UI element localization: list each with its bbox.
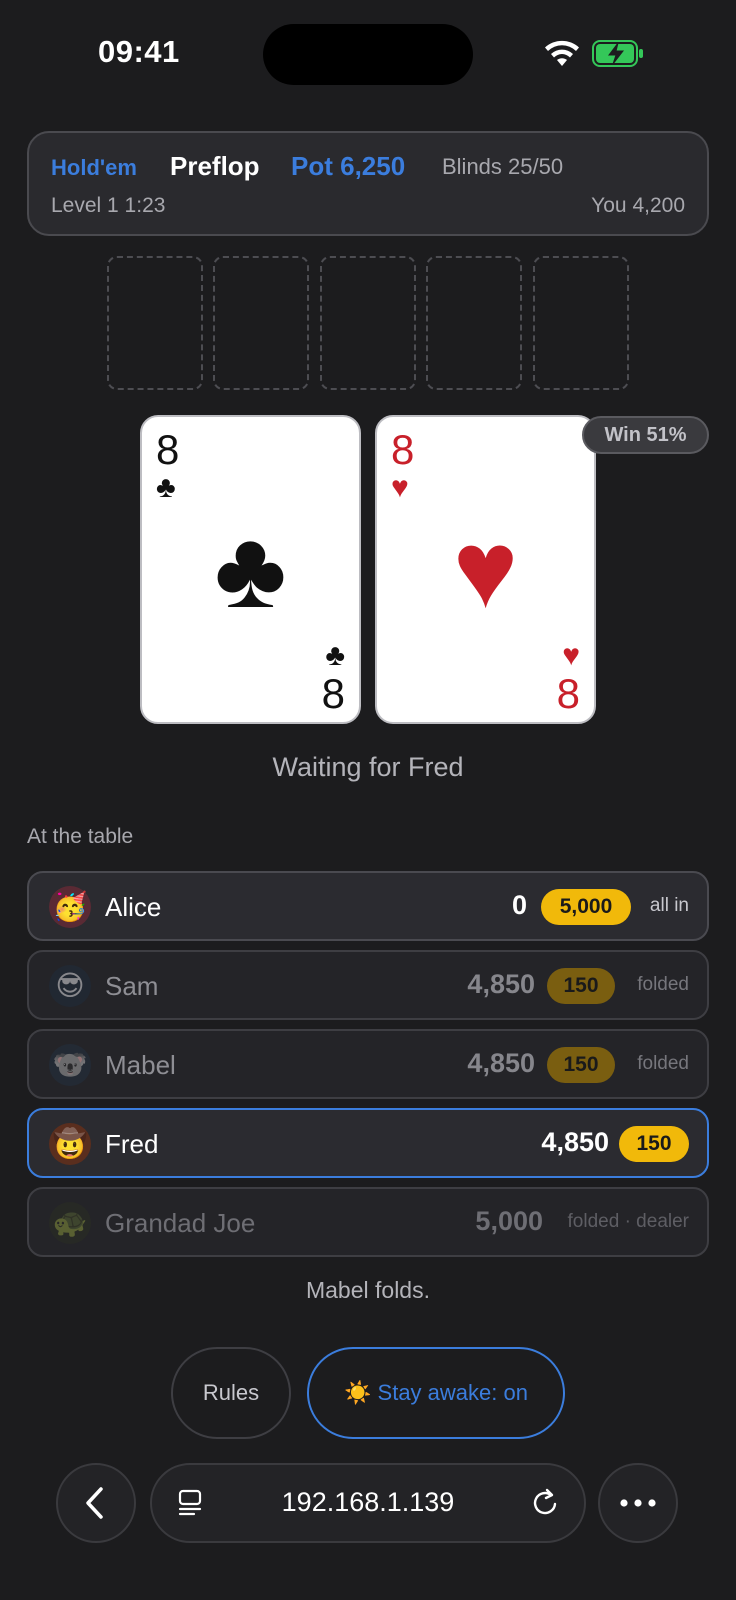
player-name: Sam: [105, 971, 159, 1001]
partying-face-icon: 🥳: [49, 886, 91, 928]
player-stack: 4,850: [467, 1048, 535, 1078]
url-text: 192.168.1.139: [281, 1487, 455, 1517]
bet-chip: 5,000: [541, 889, 631, 925]
player-status: folded · dealer: [567, 1211, 689, 1232]
blinds-label: Blinds 25/50: [442, 154, 564, 179]
last-action-text: Mabel folds.: [305, 1277, 430, 1303]
win-probability-badge: Win 51%: [582, 416, 709, 454]
level-timer: Level 1 1:23: [51, 194, 166, 217]
heart-suit-icon: ♥: [562, 639, 580, 672]
hole-card-1[interactable]: 8 ♣ ♣ ♣ 8: [140, 415, 361, 724]
more-dots-icon: [620, 1499, 656, 1507]
wifi-icon: [545, 40, 579, 66]
club-suit-icon: ♣: [325, 639, 345, 672]
player-stack: 5,000: [475, 1206, 543, 1236]
player-row-alice[interactable]: 🥳 Alice 0 5,000 all in: [27, 871, 709, 941]
chevron-left-icon: [86, 1487, 103, 1519]
stay-awake-toggle[interactable]: ☀️ Stay awake: on: [307, 1347, 565, 1439]
browser-more-button[interactable]: [598, 1463, 678, 1543]
player-stack: 4,850: [467, 969, 535, 999]
bet-chip: 150: [547, 968, 615, 1004]
hole-card-2[interactable]: 8 ♥ ♥ ♥ 8: [375, 415, 596, 724]
status-time: 09:41: [98, 34, 180, 69]
rules-button[interactable]: Rules: [171, 1347, 291, 1439]
waiting-status: Waiting for Fred: [272, 752, 464, 782]
street-label: Preflop: [170, 151, 260, 181]
reload-icon: [533, 1488, 557, 1515]
player-status: folded: [637, 1053, 689, 1074]
cowboy-face-icon: 🤠: [49, 1123, 91, 1165]
player-row-grandad-joe[interactable]: 🐢 Grandad Joe 5,000 folded · dealer: [27, 1187, 709, 1257]
player-stack: 4,850: [541, 1127, 609, 1157]
player-status: folded: [637, 974, 689, 995]
heart-suit-icon: ♥: [391, 471, 409, 504]
player-stack: 0: [511, 890, 527, 920]
player-name: Alice: [105, 892, 162, 922]
browser-address-bar[interactable]: 192.168.1.139: [150, 1463, 586, 1543]
turtle-icon: 🐢: [49, 1202, 91, 1244]
board-card-slot: [213, 256, 309, 390]
koala-icon: 🐨: [49, 1044, 91, 1086]
browser-back-button[interactable]: [56, 1463, 136, 1543]
club-suit-icon: ♣: [156, 471, 176, 504]
pot-amount: Pot 6,250: [291, 151, 406, 181]
club-suit-icon: ♣: [214, 508, 287, 631]
battery-charging-icon: [592, 40, 643, 67]
card-rank: 8: [391, 426, 415, 473]
player-name: Mabel: [105, 1050, 176, 1080]
board-card-slot: [320, 256, 416, 390]
card-rank: 8: [156, 426, 180, 473]
game-type: Hold'em: [51, 155, 137, 180]
bet-chip: 150: [547, 1047, 615, 1083]
player-row-mabel[interactable]: 🐨 Mabel 4,850 150 folded: [27, 1029, 709, 1099]
bet-chip: 150: [619, 1126, 689, 1162]
board-card-slot: [426, 256, 522, 390]
player-name: Fred: [105, 1129, 159, 1159]
card-rank: 8: [556, 670, 580, 717]
game-header: Hold'em Preflop Pot 6,250 Blinds 25/50 L…: [27, 131, 709, 236]
board-card-slot: [107, 256, 203, 390]
player-status: all in: [649, 895, 689, 916]
player-name: Grandad Joe: [105, 1208, 256, 1238]
card-rank: 8: [321, 670, 345, 717]
player-row-sam[interactable]: 😎 Sam 4,850 150 folded: [27, 950, 709, 1020]
heart-suit-icon: ♥: [452, 508, 519, 631]
your-stack: You 4,200: [591, 194, 685, 217]
dynamic-island: [263, 24, 473, 85]
player-row-fred[interactable]: 🤠 Fred 4,850 150: [27, 1108, 709, 1178]
board-card-slot: [533, 256, 629, 390]
sunglasses-face-icon: 😎: [49, 965, 91, 1007]
table-section-label: At the table: [27, 825, 134, 848]
